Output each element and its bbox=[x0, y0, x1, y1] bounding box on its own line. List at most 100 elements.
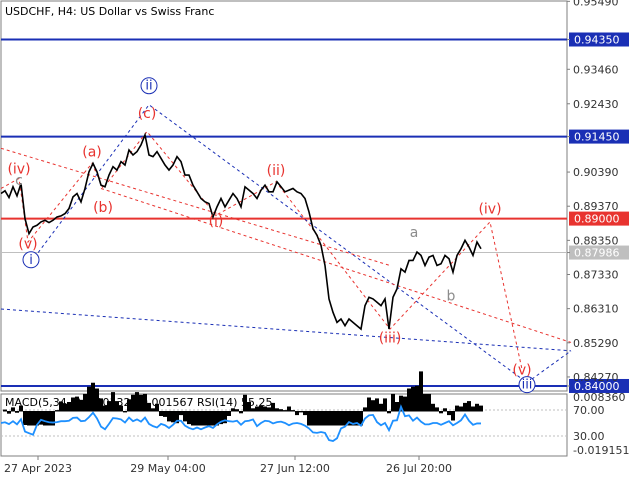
macd-bar bbox=[407, 388, 411, 412]
wave-label-blue: i bbox=[29, 253, 33, 268]
wave-label-grey: a bbox=[410, 225, 419, 241]
macd-bar bbox=[15, 411, 19, 413]
macd-bar bbox=[315, 411, 319, 426]
x-tick-label: 27 Apr 2023 bbox=[4, 462, 72, 475]
macd-bar bbox=[435, 407, 439, 412]
macd-bar bbox=[167, 411, 171, 422]
macd-bar bbox=[447, 411, 451, 416]
indicator-tick-label: 0.008360 bbox=[573, 391, 626, 404]
macd-bar bbox=[371, 400, 375, 412]
current-price-label: 0.87986 bbox=[574, 247, 620, 260]
macd-bar bbox=[475, 403, 479, 412]
indicator-tick-label: 30.00 bbox=[573, 430, 605, 443]
macd-bar bbox=[227, 411, 231, 416]
chart: (iv)(v)(a)(b)(c)(i)(ii)(iii)(iv)(v)cabii… bbox=[0, 0, 640, 480]
macd-bar bbox=[463, 402, 467, 412]
level-tag-label: 0.89000 bbox=[574, 213, 620, 226]
macd-bar bbox=[439, 411, 443, 414]
macd-bar bbox=[311, 411, 315, 426]
chart-title: USDCHF, H4: US Dollar vs Swiss Franc bbox=[5, 5, 214, 18]
macd-bar bbox=[7, 411, 11, 414]
wave-label-grey: c bbox=[15, 173, 23, 189]
wave-label-red: (i) bbox=[209, 213, 224, 229]
y-tick-label: 0.84270 bbox=[573, 371, 619, 384]
y-tick-label: 0.87330 bbox=[573, 269, 619, 282]
wave-label-red: (v) bbox=[512, 362, 531, 378]
macd-bar bbox=[47, 411, 51, 426]
macd-bar bbox=[335, 411, 339, 426]
wave-label-red: (iv) bbox=[478, 202, 501, 218]
y-tick-label: 0.92430 bbox=[573, 98, 619, 111]
indicator-tick-label: 70.00 bbox=[573, 404, 605, 417]
x-tick-label: 27 Jun 12:00 bbox=[260, 462, 330, 475]
macd-bar bbox=[203, 411, 207, 426]
macd-bar bbox=[323, 411, 327, 426]
level-tag-label: 0.91450 bbox=[574, 131, 620, 144]
wave-label-red: (b) bbox=[93, 200, 113, 216]
wave-label-red: (c) bbox=[138, 106, 157, 122]
macd-bar bbox=[207, 411, 211, 426]
macd-bar bbox=[235, 409, 239, 412]
macd-bar bbox=[471, 406, 475, 412]
macd-bar bbox=[27, 411, 31, 426]
macd-bar bbox=[455, 405, 459, 412]
macd-bar bbox=[367, 397, 371, 412]
wave-label-grey: b bbox=[447, 289, 456, 305]
macd-bar bbox=[287, 406, 291, 412]
macd-bar bbox=[183, 411, 187, 422]
macd-bar bbox=[3, 409, 7, 412]
macd-bar bbox=[31, 411, 35, 426]
y-tick-label: 0.88350 bbox=[573, 234, 619, 247]
macd-bar bbox=[451, 411, 455, 421]
macd-bar bbox=[211, 411, 215, 426]
macd-bar bbox=[23, 411, 27, 425]
macd-bar bbox=[43, 411, 47, 426]
macd-bar bbox=[467, 401, 471, 412]
macd-bar bbox=[419, 371, 423, 412]
macd-bar bbox=[307, 411, 311, 426]
macd-bar bbox=[331, 411, 335, 426]
y-tick-label: 0.90390 bbox=[573, 166, 619, 179]
wave-label-blue: ii bbox=[145, 79, 152, 94]
y-tick-label: 0.86310 bbox=[573, 303, 619, 316]
macd-bar bbox=[283, 410, 287, 412]
macd-bar bbox=[295, 411, 299, 416]
macd-bar bbox=[159, 411, 163, 416]
macd-bar bbox=[299, 411, 303, 413]
macd-bar bbox=[459, 406, 463, 412]
y-tick-label: 0.95490 bbox=[573, 0, 619, 8]
macd-bar bbox=[123, 411, 127, 413]
macd-bar bbox=[403, 396, 407, 412]
macd-bar bbox=[391, 393, 395, 412]
indicator-tick-label: -0.019151 bbox=[573, 444, 629, 457]
macd-bar bbox=[363, 407, 367, 412]
macd-bar bbox=[187, 411, 191, 425]
macd-bar bbox=[279, 409, 283, 412]
wave-label-blue: iii bbox=[522, 378, 533, 393]
macd-bar bbox=[387, 411, 391, 414]
macd-bar bbox=[55, 410, 59, 412]
macd-bar bbox=[427, 393, 431, 412]
x-tick-label: 26 Jul 20:00 bbox=[386, 462, 452, 475]
wave-label-red: (a) bbox=[82, 145, 102, 161]
macd-bar bbox=[319, 411, 323, 426]
macd-bar bbox=[291, 410, 295, 412]
macd-bar bbox=[339, 411, 343, 426]
y-tick-label: 0.89370 bbox=[573, 200, 619, 213]
macd-bar bbox=[375, 398, 379, 412]
x-tick-label: 29 May 04:00 bbox=[130, 462, 205, 475]
y-tick-label: 0.85290 bbox=[573, 337, 619, 350]
macd-bar bbox=[415, 385, 419, 412]
y-tick-label: 0.93460 bbox=[573, 63, 619, 76]
macd-bar bbox=[327, 411, 331, 426]
macd-bar bbox=[303, 411, 307, 416]
wave-label-red: (ii) bbox=[267, 163, 286, 179]
macd-bar bbox=[383, 398, 387, 412]
macd-bar bbox=[395, 402, 399, 412]
macd-bar bbox=[379, 403, 383, 412]
macd-bar bbox=[163, 411, 167, 417]
macd-bar bbox=[171, 411, 175, 423]
macd-bar bbox=[179, 411, 183, 416]
macd-bar bbox=[191, 411, 195, 426]
indicator-label: MACD(5,34,5) 0.001329 0.001567 RSI(14) 5… bbox=[5, 396, 272, 409]
